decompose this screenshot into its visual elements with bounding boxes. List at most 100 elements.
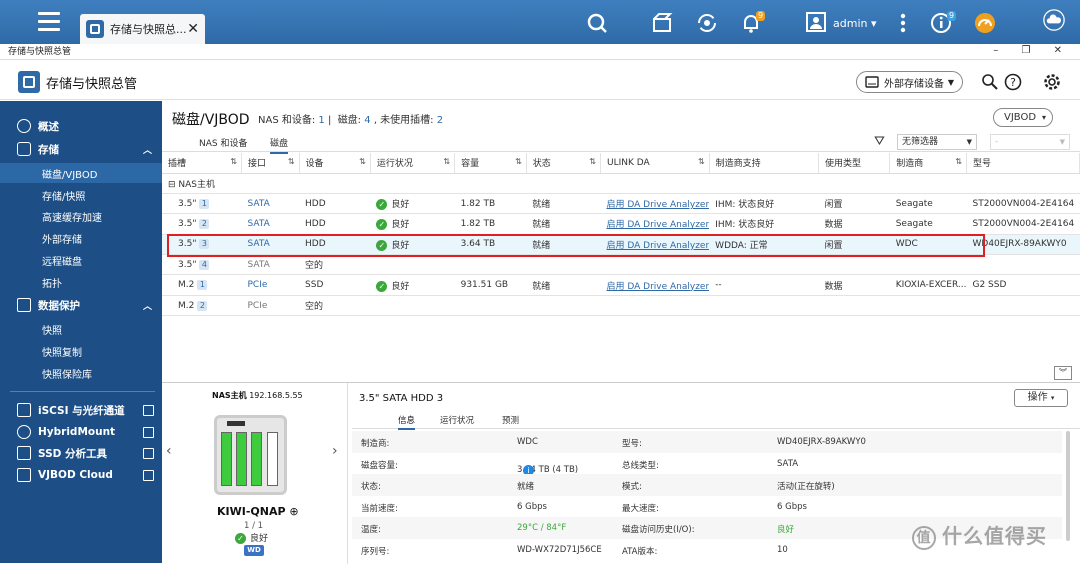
table-row[interactable]: 3.5" 2 SATA HDD ✓ 良好 1.82 TB 就绪 启用 DA Driv…	[162, 213, 1080, 235]
gear-icon[interactable]	[1043, 73, 1061, 91]
prev-device-icon[interactable]: ‹	[166, 443, 172, 459]
detail-value: 29°C / 84°F	[517, 523, 567, 533]
tab-info[interactable]: 信息	[398, 414, 416, 430]
col-vendor-support[interactable]: 制造商支持	[709, 153, 819, 174]
sidebar-item-iscsi[interactable]: iSCSI 与光纤通道	[0, 400, 162, 420]
drive-bay[interactable]	[236, 432, 247, 486]
sidebar-item-disks-vjbod[interactable]: 磁盘/VJBOD	[0, 163, 162, 183]
action-button[interactable]: 操作 ▾	[1014, 389, 1068, 407]
zoom-icon[interactable]: ⊕	[289, 505, 298, 518]
device-cell: 空的	[299, 254, 371, 276]
sidebar-item-hybridmount[interactable]: HybridMount	[0, 422, 162, 442]
sidebar-item-snapshot-replica[interactable]: 快照复制	[0, 341, 162, 361]
bell-icon[interactable]: 9	[740, 11, 766, 34]
help-icon[interactable]: ?	[1004, 73, 1022, 91]
menu-icon[interactable]	[38, 12, 60, 32]
table-row-selected[interactable]: 3.5" 3 SATA HDD ✓ 良好 3.64 TB 就绪 启用 DA Driv…	[162, 234, 1080, 256]
sync-icon[interactable]	[696, 12, 718, 34]
interface-cell: SATA	[241, 234, 300, 256]
sidebar-item-topology[interactable]: 拓扑	[0, 272, 162, 292]
tab-prediction[interactable]: 预测	[502, 414, 519, 426]
sidebar-item-ssd-tool[interactable]: SSD 分析工具	[0, 443, 162, 463]
col-ulink[interactable]: ULINK DA ⇅	[600, 153, 710, 174]
app-title: 存储与快照总管	[46, 77, 138, 92]
sort-icon: ⇅	[697, 157, 705, 166]
manufacturer-cell: Seagate	[889, 193, 967, 215]
sidebar-divider	[10, 391, 155, 392]
sidebar-item-external[interactable]: 外部存储	[0, 228, 162, 248]
interface-cell: PCIe	[241, 295, 300, 317]
filter-secondary-value: -	[995, 137, 999, 147]
col-health[interactable]: 运行状况 ⇅	[370, 153, 456, 174]
tab-nas-devices[interactable]: NAS 和设备	[199, 136, 247, 149]
gauge-icon[interactable]	[974, 12, 996, 34]
collapse-panel-button[interactable]: ︾	[1054, 366, 1072, 380]
scrollbar[interactable]	[1066, 431, 1070, 541]
col-model[interactable]: 型号	[966, 153, 1080, 174]
table-row[interactable]: M.2 1 PCIe SSD ✓ 良好 931.51 GB 就绪 启用 DA Dri…	[162, 274, 1080, 296]
disk-title: 3.5" SATA HDD 3	[359, 393, 444, 404]
film-icon[interactable]	[651, 12, 673, 34]
sidebar-item-overview[interactable]: 概述	[0, 116, 162, 136]
table-row[interactable]: 3.5" 4 SATA 空的	[162, 254, 1080, 276]
detail-value: 活动(正在旋转)	[777, 482, 835, 492]
column-label: 接口	[247, 159, 266, 170]
sidebar-item-storage-snapshots[interactable]: 存储/快照	[0, 185, 162, 205]
window-controls[interactable]: – ❐ ✕	[993, 45, 1072, 56]
table-row[interactable]: 3.5" 1 SATA HDD ✓ 良好 1.82 TB 就绪 启用 DA Driv…	[162, 193, 1080, 215]
filter-select[interactable]: 无筛选器 ▼	[897, 134, 977, 150]
sort-icon: ⇅	[443, 157, 451, 166]
detail-key: 磁盘容量:	[361, 460, 398, 471]
col-capacity[interactable]: 容量 ⇅	[454, 153, 527, 174]
user-menu[interactable]: admin ▾	[806, 12, 876, 34]
sidebar-item-snapshot[interactable]: 快照	[0, 319, 162, 339]
usage-cell: 闲置	[818, 234, 890, 256]
enable-da-link[interactable]: 启用 DA Drive Analyzer	[607, 282, 710, 292]
status-cell: 就绪	[526, 213, 601, 235]
tab-health[interactable]: 运行状况	[440, 414, 474, 426]
search-icon[interactable]	[586, 12, 608, 34]
status-cell: 就绪	[526, 234, 601, 256]
device-pager: 1 / 1	[244, 521, 264, 531]
sidebar-item-data-protection[interactable]: 数据保护 ︿	[0, 295, 162, 315]
col-manufacturer[interactable]: 制造商 ⇅	[889, 153, 967, 174]
info-icon[interactable]: 9	[930, 11, 957, 34]
detail-row: 当前速度: 6 Gbps 最大速度: 6 Gbps	[352, 496, 1062, 518]
tab-disks[interactable]: 磁盘	[270, 136, 289, 154]
detail-key: 状态:	[361, 482, 381, 492]
more-icon[interactable]	[892, 12, 906, 34]
sidebar-item-remote-disk[interactable]: 远程磁盘	[0, 250, 162, 270]
enable-da-link[interactable]: 启用 DA Drive Analyzer	[607, 200, 710, 210]
cloud-icon[interactable]	[1043, 9, 1069, 35]
table-row[interactable]: M.2 2 PCIe 空的	[162, 295, 1080, 317]
filter-icon[interactable]: ⛛	[874, 134, 885, 149]
drive-bay-empty[interactable]	[267, 432, 278, 486]
column-label: 设备	[305, 159, 324, 170]
app-tab[interactable]: 存储与快照总... ✕	[80, 14, 205, 44]
chevron-down-icon: ▾	[1041, 113, 1046, 122]
sidebar-item-snapshot-vault[interactable]: 快照保险库	[0, 363, 162, 383]
close-icon[interactable]: ✕	[187, 21, 199, 37]
col-interface[interactable]: 接口 ⇅	[241, 153, 300, 174]
device-cell: HDD	[299, 213, 371, 235]
sidebar-item-cache[interactable]: 高速缓存加速	[0, 206, 162, 226]
vjbod-button[interactable]: VJBOD ▾	[993, 108, 1053, 127]
external-storage-button[interactable]: 外部存储设备 ▼	[856, 71, 963, 93]
filter-secondary-select[interactable]: - ▼	[990, 134, 1070, 150]
col-status[interactable]: 状态 ⇅	[526, 153, 602, 174]
group-row[interactable]: ⊟ NAS主机	[162, 173, 1080, 194]
col-device[interactable]: 设备 ⇅	[299, 153, 371, 174]
col-usage[interactable]: 使用类型	[818, 153, 891, 174]
next-device-icon[interactable]: ›	[332, 443, 338, 459]
col-slot[interactable]: 插槽 ⇅	[162, 153, 242, 174]
sidebar-item-storage[interactable]: 存储 ︿	[0, 139, 162, 159]
drive-bay[interactable]	[251, 432, 262, 486]
sidebar-item-vjbod-cloud[interactable]: VJBOD Cloud	[0, 465, 162, 485]
interface-cell: SATA	[241, 193, 300, 215]
drive-bay[interactable]	[221, 432, 232, 486]
enable-da-link[interactable]: 启用 DA Drive Analyzer	[607, 241, 710, 251]
diagnostics-icon[interactable]	[981, 73, 999, 91]
device-status: ✓ 良好	[235, 531, 268, 544]
enable-da-link[interactable]: 启用 DA Drive Analyzer	[607, 220, 710, 230]
check-icon: ✓	[376, 219, 388, 231]
